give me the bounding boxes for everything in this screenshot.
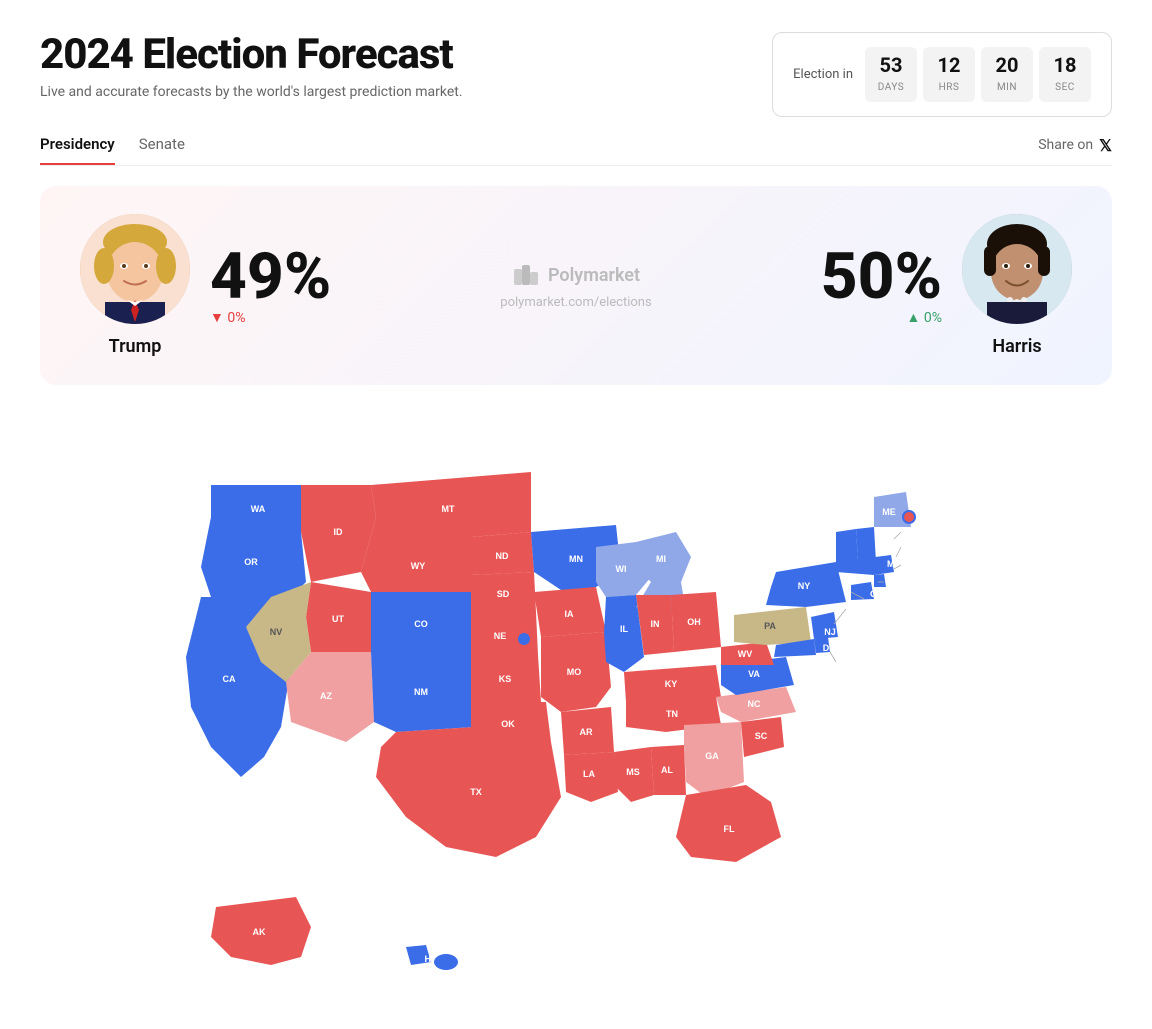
harris-pct: 50%: [821, 245, 942, 309]
state-ks[interactable]: [471, 655, 541, 702]
countdown-units: 53 DAYS 12 HRS 20 MIN 18 SEC: [865, 47, 1091, 102]
state-sd[interactable]: [471, 572, 536, 612]
state-de[interactable]: [814, 637, 830, 653]
state-nj[interactable]: [811, 612, 838, 639]
state-ri[interactable]: [874, 574, 886, 587]
state-ok[interactable]: [471, 702, 551, 742]
tab-presidency[interactable]: Presidency: [40, 135, 115, 165]
state-nc[interactable]: [716, 687, 796, 722]
state-ms[interactable]: [614, 747, 654, 802]
page-subtitle: Live and accurate forecasts by the world…: [40, 84, 463, 100]
harris-avatar: [962, 214, 1072, 324]
state-oh[interactable]: [671, 592, 721, 652]
state-sc[interactable]: [741, 717, 784, 757]
state-vt[interactable]: [836, 529, 858, 562]
countdown-sec: 18 SEC: [1039, 47, 1091, 102]
state-co[interactable]: [371, 592, 476, 652]
harris-section: Harris 50% ▲ 0%: [821, 214, 1072, 357]
countdown-min: 20 MIN: [981, 47, 1033, 102]
countdown-box: Election in 53 DAYS 12 HRS 20 MIN 18 SEC: [772, 32, 1112, 117]
state-nh[interactable]: [856, 527, 876, 562]
state-fl[interactable]: [676, 785, 781, 862]
harris-candidate: Harris: [962, 214, 1072, 357]
trump-avatar: [80, 214, 190, 324]
harris-change: ▲ 0%: [907, 309, 942, 326]
polymarket-logo: Polymarket: [512, 261, 640, 289]
state-pa[interactable]: [734, 607, 811, 645]
trump-pct: 49%: [210, 245, 331, 309]
forecast-card: Trump 49% ▼ 0% Polymarket polymarket.com…: [40, 186, 1112, 385]
trump-name: Trump: [109, 336, 162, 357]
state-nd[interactable]: [471, 532, 534, 575]
state-ga[interactable]: [684, 722, 744, 797]
harris-pct-info: 50% ▲ 0%: [821, 245, 942, 326]
state-la[interactable]: [564, 752, 618, 802]
harris-name: Harris: [992, 336, 1041, 357]
trump-section: Trump 49% ▼ 0%: [80, 214, 331, 357]
state-al[interactable]: [651, 745, 686, 795]
state-ar[interactable]: [561, 707, 614, 755]
state-ny[interactable]: [766, 562, 846, 607]
state-ia[interactable]: [534, 587, 606, 637]
countdown-label: Election in: [793, 67, 853, 82]
state-tx[interactable]: [376, 727, 561, 857]
page-title: 2024 Election Forecast: [40, 32, 463, 78]
tabs-row: Presidency Senate Share on 𝕏: [40, 135, 1112, 166]
state-hi2: [434, 954, 458, 970]
state-mi[interactable]: [636, 532, 691, 582]
trump-change: ▼ 0%: [210, 309, 245, 326]
svg-text:RI: RI: [886, 577, 895, 587]
tab-senate[interactable]: Senate: [139, 135, 185, 165]
state-nm[interactable]: [371, 652, 474, 732]
state-mo[interactable]: [541, 632, 611, 712]
state-ct[interactable]: [851, 582, 874, 600]
countdown-hrs: 12 HRS: [923, 47, 975, 102]
trump-candidate: Trump: [80, 214, 190, 357]
state-ak[interactable]: [211, 897, 311, 965]
polymarket-url: polymarket.com/elections: [500, 295, 651, 310]
x-icon: 𝕏: [1099, 136, 1112, 155]
title-section: 2024 Election Forecast Live and accurate…: [40, 32, 463, 100]
share-button[interactable]: Share on 𝕏: [1038, 136, 1112, 165]
us-electoral-map: WA OR CA ID MT WY UT NV CO AZ NM ND: [116, 417, 1036, 997]
us-map-container: WA OR CA ID MT WY UT NV CO AZ NM ND: [40, 417, 1112, 997]
tabs: Presidency Senate: [40, 135, 185, 165]
countdown-days: 53 DAYS: [865, 47, 917, 102]
svg-text:NH: NH: [888, 539, 901, 549]
polymarket-center: Polymarket polymarket.com/elections: [500, 261, 651, 310]
svg-text:VT: VT: [874, 541, 886, 551]
trump-pct-info: 49% ▼ 0%: [210, 245, 331, 326]
state-wv[interactable]: [721, 642, 774, 665]
state-hi[interactable]: [406, 945, 431, 965]
state-ut[interactable]: [306, 582, 371, 652]
